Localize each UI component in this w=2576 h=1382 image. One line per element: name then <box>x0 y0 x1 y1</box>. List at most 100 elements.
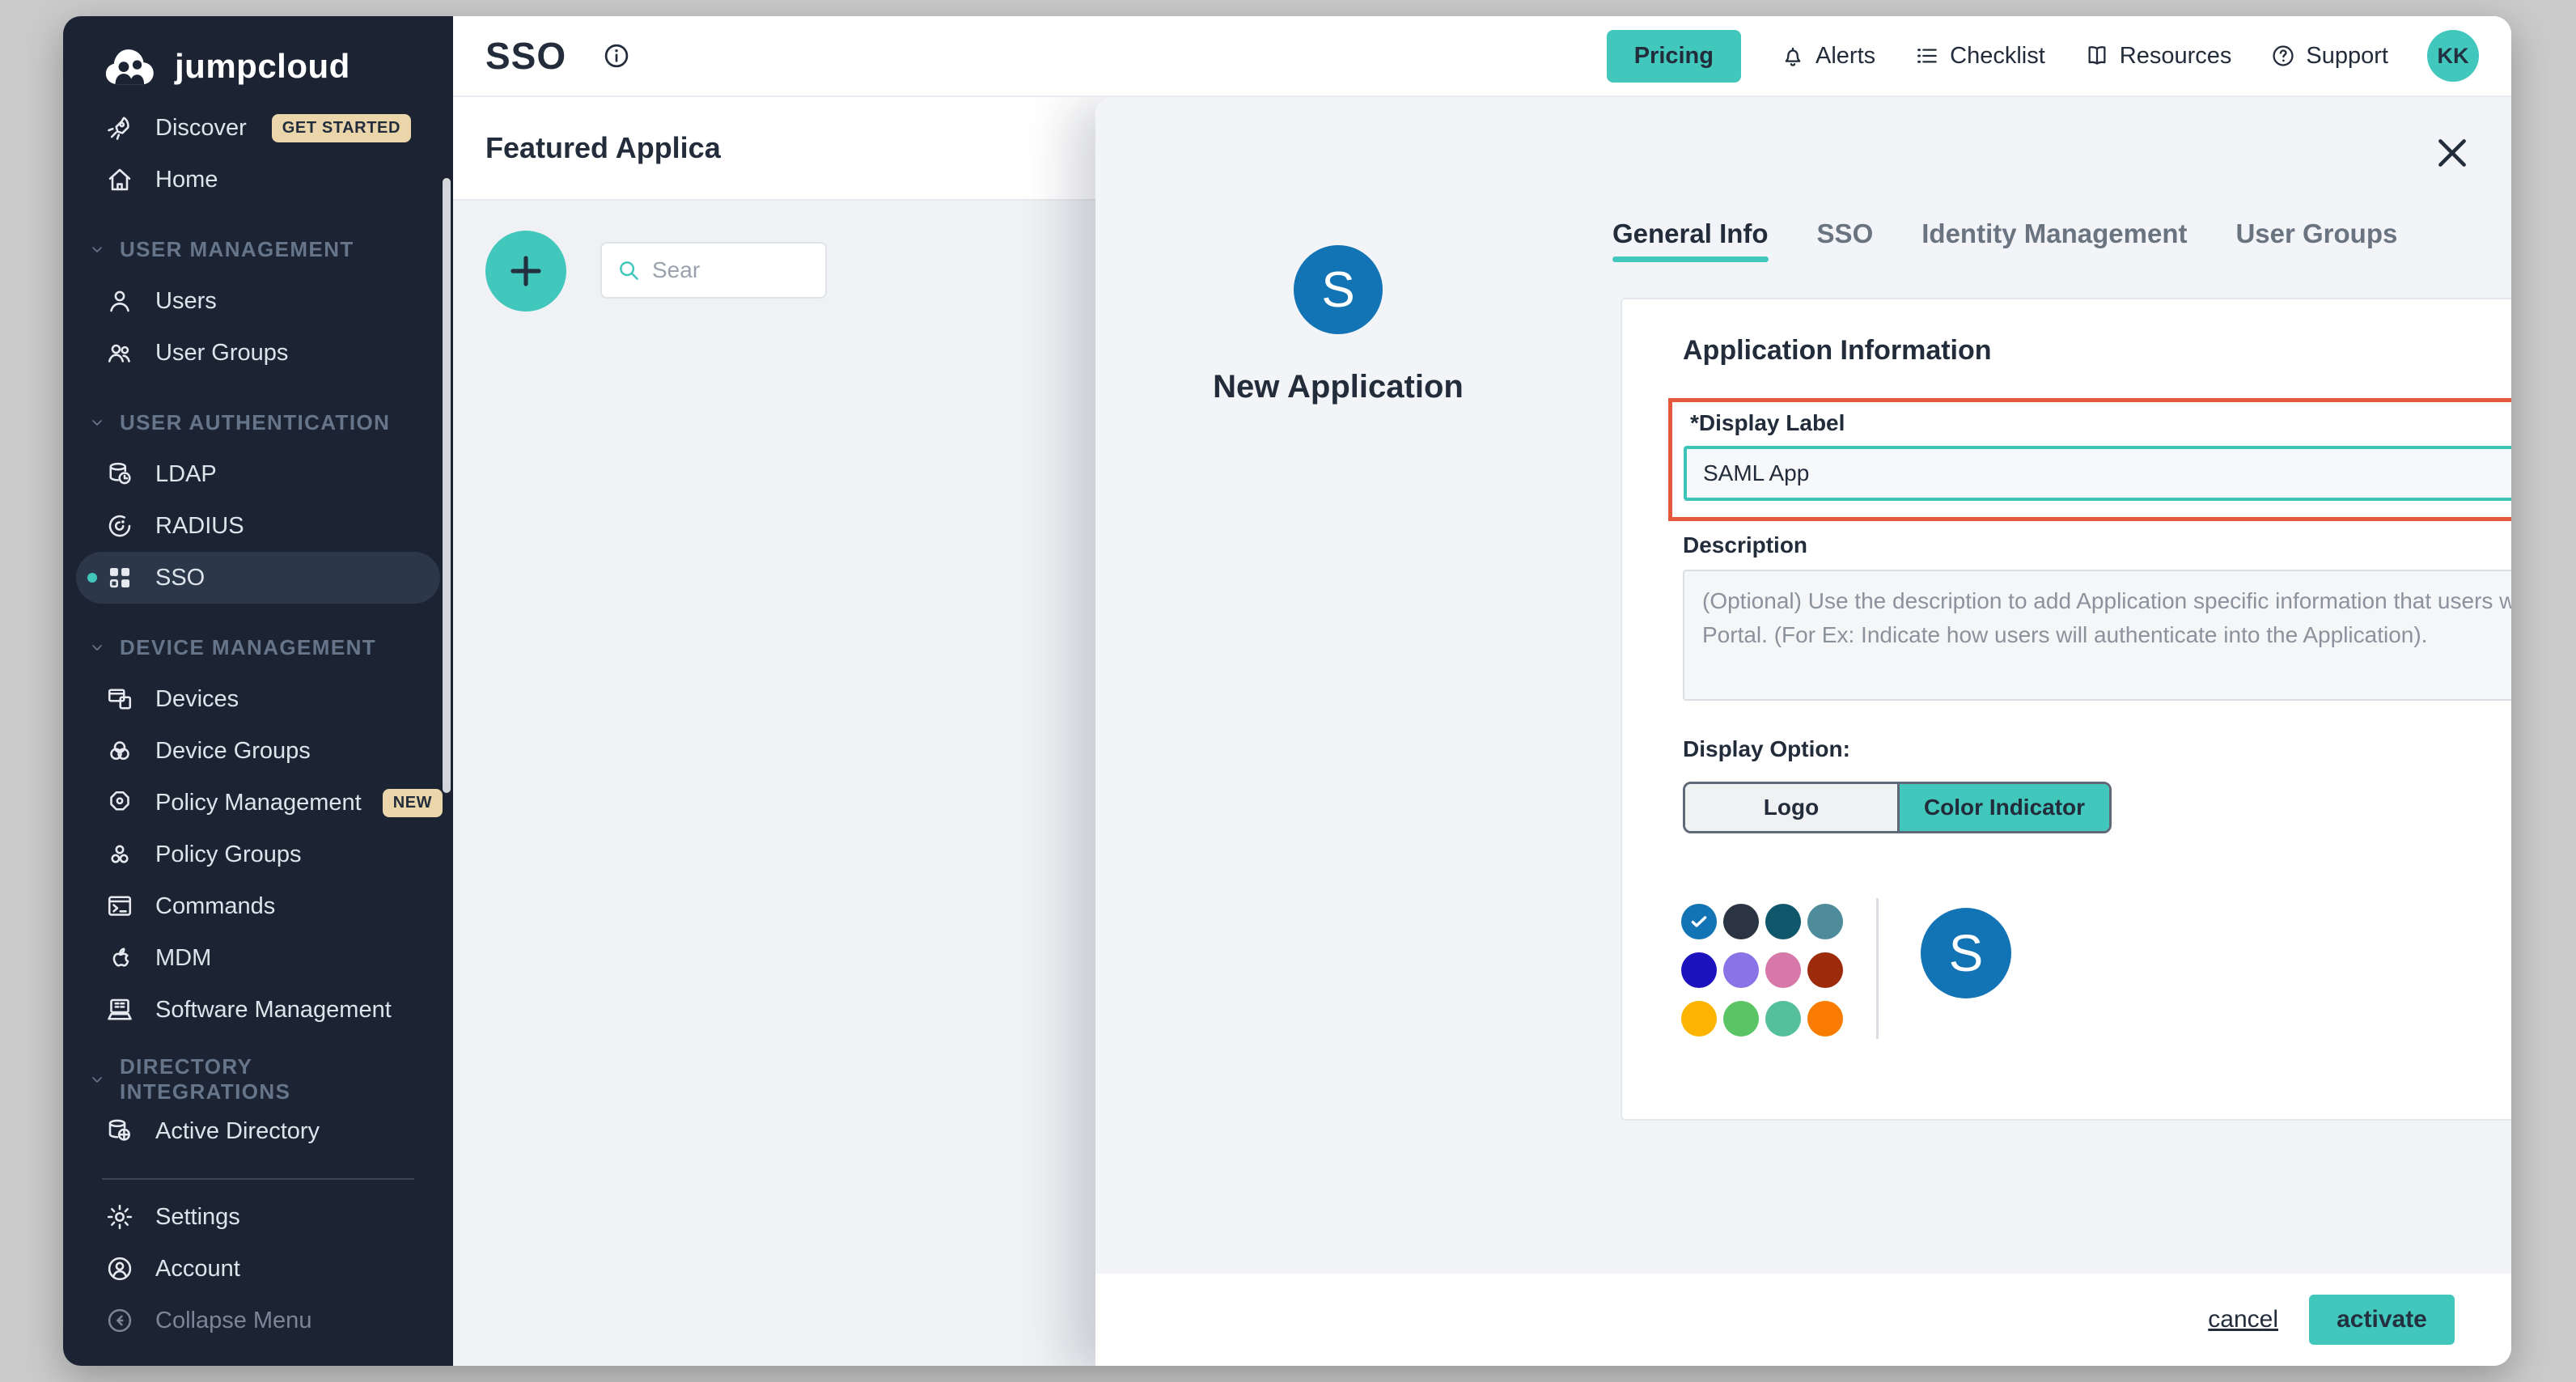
jumpcloud-cloud-icon <box>102 45 163 88</box>
close-icon[interactable] <box>2430 131 2474 175</box>
color-swatch-9[interactable] <box>1681 1001 1717 1036</box>
sidebar-item-radius[interactable]: RADIUS <box>63 500 453 552</box>
application-name: New Application <box>1144 369 1532 405</box>
sidebar-item-home[interactable]: Home <box>63 154 453 206</box>
sidebar-item-ldap[interactable]: LDAP <box>63 448 453 500</box>
tab-user-groups[interactable]: User Groups <box>2235 218 2397 262</box>
color-swatch-4[interactable] <box>1807 904 1843 939</box>
display-option-label: Display Option: <box>1683 736 1850 762</box>
display-option-logo[interactable]: Logo <box>1685 784 1897 831</box>
user-avatar[interactable]: KK <box>2427 30 2479 82</box>
sidebar-section-user-authentication[interactable]: USER AUTHENTICATION <box>63 396 453 448</box>
sidebar-item-software-management[interactable]: Software Management <box>63 984 453 1036</box>
tab-sso[interactable]: SSO <box>1817 218 1874 262</box>
sidebar-section-label: USER AUTHENTICATION <box>120 410 390 435</box>
sidebar-item-label: RADIUS <box>155 513 244 540</box>
application-information-card: Application Information *Display Label D… <box>1621 298 2511 1121</box>
sidebar-item-label: Software Management <box>155 997 392 1024</box>
user-group-icon <box>105 338 134 367</box>
add-application-button[interactable] <box>485 231 566 312</box>
sidebar-item-policy-groups[interactable]: Policy Groups <box>63 829 453 880</box>
description-textarea[interactable] <box>1683 570 2511 701</box>
ldap-icon <box>105 460 134 489</box>
device-groups-icon <box>105 736 134 765</box>
display-label-highlight-box: *Display Label <box>1668 398 2511 521</box>
color-swatch-10[interactable] <box>1723 1001 1759 1036</box>
sidebar-section-user-management[interactable]: USER MANAGEMENT <box>63 223 453 275</box>
sidebar-item-label: Users <box>155 288 217 315</box>
checklist-icon <box>1914 43 1940 69</box>
radius-icon <box>105 511 134 541</box>
cancel-button[interactable]: cancel <box>2208 1306 2278 1333</box>
gear-icon <box>105 1202 134 1232</box>
sidebar-item-label: Discover <box>155 115 247 142</box>
header-nav-support[interactable]: Support <box>2270 43 2388 70</box>
header-nav: Pricing Alerts Checklist Resources Support KK <box>1607 30 2479 83</box>
application-initial-avatar: S <box>1294 245 1383 334</box>
new-application-panel: S New Application General Info SSO Identit… <box>1095 97 2511 1366</box>
display-option-color-indicator[interactable]: Color Indicator <box>1897 784 2109 831</box>
sidebar-item-label: Collapse Menu <box>155 1308 311 1334</box>
policy-icon <box>105 788 134 817</box>
sidebar-item-account[interactable]: Account <box>63 1243 453 1295</box>
color-swatch-7[interactable] <box>1765 952 1801 988</box>
activate-button[interactable]: activate <box>2309 1295 2455 1345</box>
section-title: Application Information <box>1683 335 1992 367</box>
color-swatch-grid <box>1681 904 1843 1036</box>
sidebar-item-collapse-menu[interactable]: Collapse Menu <box>63 1295 453 1346</box>
sidebar-item-label: Account <box>155 1256 240 1282</box>
sidebar-item-settings[interactable]: Settings <box>63 1191 453 1243</box>
sidebar-item-users[interactable]: Users <box>63 275 453 327</box>
sidebar-scrollbar[interactable] <box>443 178 451 793</box>
user-icon <box>105 286 134 316</box>
jumpcloud-logo: jumpcloud <box>102 40 453 92</box>
sidebar-item-label: Settings <box>155 1204 240 1231</box>
sso-grid-icon <box>105 563 134 592</box>
sidebar-item-label: Policy Groups <box>155 841 302 868</box>
display-label-input[interactable] <box>1684 446 2511 501</box>
sidebar-item-commands[interactable]: Commands <box>63 880 453 932</box>
sidebar-item-discover[interactable]: Discover GET STARTED <box>63 102 453 154</box>
color-swatch-6[interactable] <box>1723 952 1759 988</box>
page-title: SSO <box>485 34 566 78</box>
check-icon <box>1688 911 1710 932</box>
sidebar-item-sso[interactable]: SSO <box>76 552 440 604</box>
account-icon <box>105 1254 134 1283</box>
sidebar-section-directory-integrations[interactable]: DIRECTORY INTEGRATIONS <box>63 1053 453 1105</box>
color-swatch-5[interactable] <box>1681 952 1717 988</box>
chevron-down-icon <box>87 1070 107 1089</box>
swatch-preview-divider <box>1876 898 1879 1039</box>
sidebar-item-label: User Groups <box>155 340 288 367</box>
sidebar: jumpcloud Discover GET STARTED Home USER MA… <box>63 16 453 1366</box>
color-swatch-8[interactable] <box>1807 952 1843 988</box>
sidebar-section-device-management[interactable]: DEVICE MANAGEMENT <box>63 621 453 673</box>
header-nav-resources[interactable]: Resources <box>2084 43 2232 70</box>
bell-icon <box>1780 43 1806 69</box>
sidebar-item-devices[interactable]: Devices <box>63 673 453 725</box>
search-input[interactable] <box>652 257 782 283</box>
color-swatch-11[interactable] <box>1765 1001 1801 1036</box>
sidebar-item-label: LDAP <box>155 461 217 488</box>
sidebar-badge: GET STARTED <box>272 114 411 142</box>
color-swatch-3[interactable] <box>1765 904 1801 939</box>
tab-identity-management[interactable]: Identity Management <box>1921 218 2187 262</box>
chevron-down-icon <box>87 240 107 259</box>
devices-icon <box>105 685 134 714</box>
header-nav-alerts[interactable]: Alerts <box>1780 43 1875 70</box>
app-window: jumpcloud Discover GET STARTED Home USER MA… <box>63 16 2511 1366</box>
sidebar-item-device-groups[interactable]: Device Groups <box>63 725 453 777</box>
collapse-icon <box>105 1306 134 1335</box>
color-swatch-2[interactable] <box>1723 904 1759 939</box>
featured-applications-heading: Featured Applica <box>485 131 721 165</box>
pricing-button[interactable]: Pricing <box>1607 30 1741 83</box>
tab-general-info[interactable]: General Info <box>1612 218 1769 262</box>
sidebar-item-mdm[interactable]: MDM <box>63 932 453 984</box>
sidebar-item-user-groups[interactable]: User Groups <box>63 327 453 379</box>
sidebar-item-policy-management[interactable]: Policy ManagementNEW <box>63 777 453 829</box>
color-swatch-1[interactable] <box>1681 904 1717 939</box>
sidebar-item-active-directory[interactable]: Active Directory <box>63 1105 453 1157</box>
color-swatch-12[interactable] <box>1807 1001 1843 1036</box>
header-nav-checklist[interactable]: Checklist <box>1914 43 2045 70</box>
info-icon[interactable] <box>602 41 631 70</box>
sidebar-item-label: Commands <box>155 893 275 920</box>
